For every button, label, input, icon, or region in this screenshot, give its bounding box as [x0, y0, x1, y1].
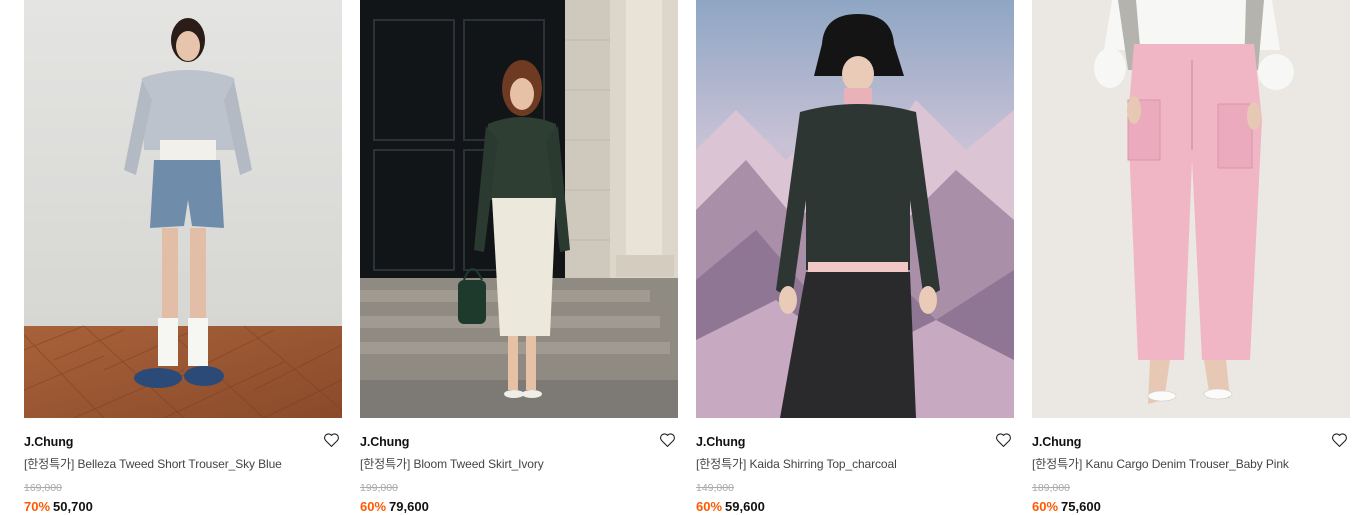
product-name[interactable]: [한정특가] Kaida Shirring Top_charcoal [696, 457, 1014, 472]
product-grid: J.Chung [한정특가] Belleza Tweed Short Trous… [0, 0, 1353, 515]
product-name[interactable]: [한정특가] Kanu Cargo Denim Trouser_Baby Pin… [1032, 457, 1350, 472]
product-image[interactable] [24, 0, 342, 418]
brand-name[interactable]: J.Chung [696, 434, 745, 450]
price-row: 60% 75,600 [1032, 499, 1350, 514]
original-price: 169,000 [24, 482, 62, 494]
brand-row: J.Chung [24, 432, 342, 452]
product-image[interactable] [360, 0, 678, 418]
price-row: 60% 59,600 [696, 499, 1014, 514]
price-row: 70% 50,700 [24, 499, 342, 514]
heart-icon[interactable] [323, 432, 340, 448]
product-name[interactable]: [한정특가] Belleza Tweed Short Trouser_Sky B… [24, 457, 342, 472]
discount-rate: 70% [24, 499, 51, 514]
brand-row: J.Chung [360, 432, 678, 452]
product-image[interactable] [696, 0, 1014, 418]
product-card[interactable]: J.Chung [한정특가] Belleza Tweed Short Trous… [24, 0, 342, 515]
sale-price: 75,600 [1061, 499, 1101, 514]
heart-icon[interactable] [659, 432, 676, 448]
product-card[interactable]: J.Chung [한정특가] Kanu Cargo Denim Trouser_… [1032, 0, 1350, 515]
brand-name[interactable]: J.Chung [1032, 434, 1081, 450]
brand-row: J.Chung [1032, 432, 1350, 452]
original-price: 149,000 [696, 482, 734, 494]
price-row: 60% 79,600 [360, 499, 678, 514]
brand-row: J.Chung [696, 432, 1014, 452]
original-price: 189,000 [1032, 482, 1070, 494]
discount-rate: 60% [360, 499, 387, 514]
sale-price: 59,600 [725, 499, 765, 514]
product-card[interactable]: J.Chung [한정특가] Bloom Tweed Skirt_Ivory 1… [360, 0, 678, 515]
product-card[interactable]: J.Chung [한정특가] Kaida Shirring Top_charco… [696, 0, 1014, 515]
original-price: 199,000 [360, 482, 398, 494]
product-name[interactable]: [한정특가] Bloom Tweed Skirt_Ivory [360, 457, 678, 472]
brand-name[interactable]: J.Chung [360, 434, 409, 450]
sale-price: 79,600 [389, 499, 429, 514]
discount-rate: 60% [696, 499, 723, 514]
sale-price: 50,700 [53, 499, 93, 514]
brand-name[interactable]: J.Chung [24, 434, 73, 450]
heart-icon[interactable] [1331, 432, 1348, 448]
heart-icon[interactable] [995, 432, 1012, 448]
discount-rate: 60% [1032, 499, 1059, 514]
product-image[interactable] [1032, 0, 1350, 418]
